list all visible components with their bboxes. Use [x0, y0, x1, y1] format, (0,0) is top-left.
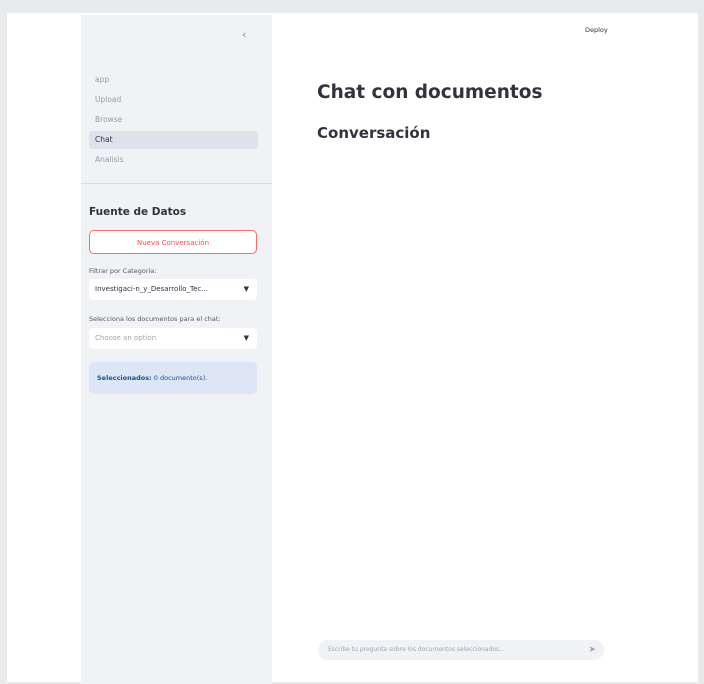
page-title: Chat con documentos — [317, 82, 543, 103]
documents-placeholder: Choose an option — [95, 334, 157, 342]
sidebar-item-browse[interactable]: Browse — [89, 111, 258, 129]
documents-select-label: Selecciona los documentos para el chat: — [89, 315, 221, 323]
selected-label: Seleccionados: — [97, 374, 152, 382]
chevron-down-icon: ▼ — [243, 334, 249, 342]
chevron-left-icon[interactable]: ‹ — [242, 28, 246, 41]
sidebar-nav: app Upload Browse Chat Analisis — [89, 71, 258, 171]
sidebar-item-chat[interactable]: Chat — [89, 131, 258, 149]
chat-input[interactable]: Escribe tu pregunta sobre los documentos… — [318, 640, 604, 660]
chat-input-placeholder: Escribe tu pregunta sobre los documentos… — [328, 646, 505, 653]
documents-multiselect[interactable]: Choose an option ▼ — [89, 328, 257, 349]
selected-info-box: Seleccionados: 0 documento(s). — [89, 362, 257, 394]
filter-category-select[interactable]: Investigaci-n_y_Desarrollo_Tec... ▼ — [89, 279, 257, 300]
sidebar-item-upload[interactable]: Upload — [89, 91, 258, 109]
new-conversation-button[interactable]: Nueva Conversación — [89, 230, 257, 254]
filter-category-label: Filtrar por Categoría: — [89, 267, 157, 275]
sidebar-item-analisis[interactable]: Analisis — [89, 151, 258, 169]
selected-count: 0 documento(s). — [151, 374, 208, 382]
sidebar: ‹ app Upload Browse Chat Analisis Fuente… — [81, 15, 272, 684]
page-subtitle: Conversación — [317, 124, 431, 142]
sidebar-divider — [81, 183, 272, 184]
filter-category-value: Investigaci-n_y_Desarrollo_Tec... — [95, 285, 208, 293]
deploy-button[interactable]: Deploy — [585, 26, 608, 34]
send-icon[interactable]: ➤ — [588, 640, 596, 660]
sidebar-section-title: Fuente de Datos — [89, 206, 187, 218]
sidebar-item-app[interactable]: app — [89, 71, 258, 89]
chevron-down-icon: ▼ — [243, 285, 249, 293]
